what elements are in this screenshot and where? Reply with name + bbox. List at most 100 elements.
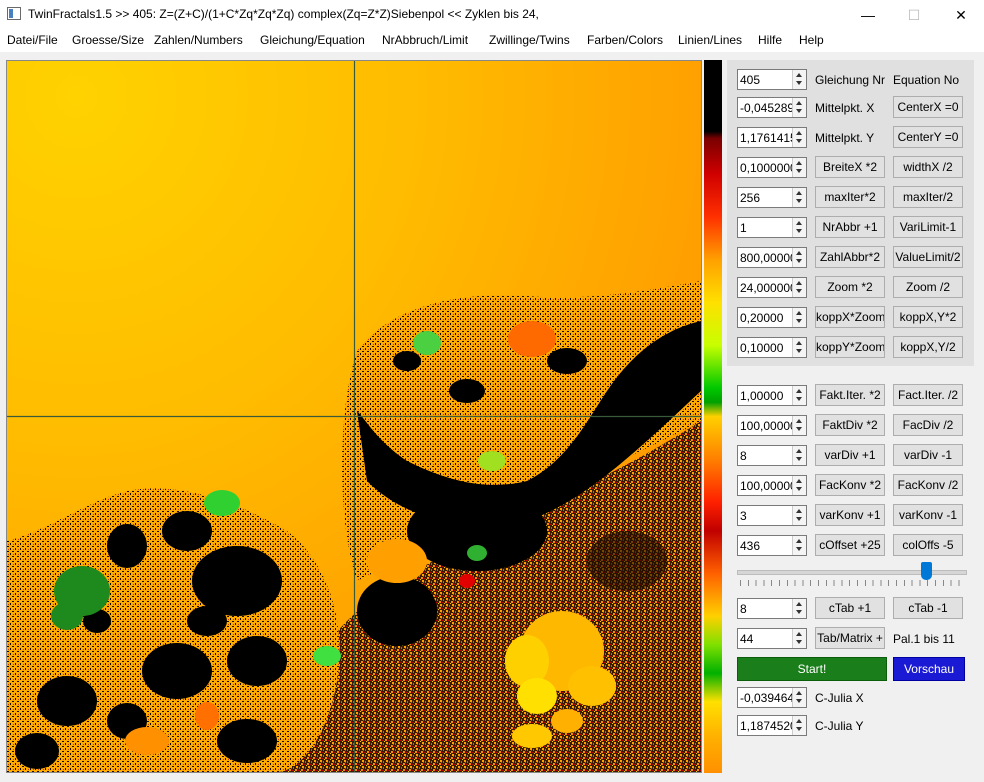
var-konv-input[interactable]: 3 [737, 505, 807, 526]
menu-numbers[interactable]: Zahlen/Numbers [154, 33, 243, 47]
fakt-div-double-button[interactable]: FaktDiv *2 [815, 414, 885, 436]
spin-arrows-icon[interactable] [792, 278, 806, 297]
spin-arrows-icon[interactable] [792, 536, 806, 555]
menu-colors[interactable]: Farben/Colors [587, 33, 663, 47]
spin-arrows-icon[interactable] [792, 506, 806, 525]
nr-abbr-plus-button[interactable]: NrAbbr +1 [815, 216, 885, 238]
width-input[interactable]: 0,1000000 [737, 157, 807, 178]
c-tab-input[interactable]: 8 [737, 598, 807, 619]
spin-arrows-icon[interactable] [792, 446, 806, 465]
preview-button[interactable]: Vorschau [893, 657, 965, 681]
fakt-iter-input[interactable]: 1,00000 [737, 385, 807, 406]
spin-arrows-icon[interactable] [792, 599, 806, 618]
nr-abbr-input[interactable]: 1 [737, 217, 807, 238]
fakt-iter-double-button[interactable]: Fakt.Iter. *2 [815, 384, 885, 406]
c-tab-value: 8 [740, 602, 747, 616]
center-y-reset-button[interactable]: CenterY =0 [893, 126, 963, 148]
color-offset-slider-track[interactable] [737, 570, 967, 575]
max-iter-input[interactable]: 256 [737, 187, 807, 208]
var-div-input[interactable]: 8 [737, 445, 807, 466]
menu-file[interactable]: Datei/File [7, 33, 58, 47]
fact-iter-half-button[interactable]: Fact.Iter. /2 [893, 384, 963, 406]
fac-konv-half-button[interactable]: FacKonv /2 [893, 474, 963, 496]
var-div-plus-button[interactable]: varDiv +1 [815, 444, 885, 466]
zahl-abbr-double-button[interactable]: ZahlAbbr*2 [815, 246, 885, 268]
menu-twins[interactable]: Zwillinge/Twins [489, 33, 570, 47]
value-limit-half-button[interactable]: ValueLimit/2 [893, 246, 963, 268]
palette-range-label: Pal.1 bis 11 [893, 632, 955, 646]
center-x-label: Mittelpkt. X [815, 101, 875, 115]
minimize-button[interactable]: — [845, 0, 891, 30]
fractal-canvas[interactable] [6, 60, 702, 773]
color-palette-strip [704, 60, 722, 773]
spin-arrows-icon[interactable] [792, 188, 806, 207]
fac-konv-double-button[interactable]: FacKonv *2 [815, 474, 885, 496]
kopp-y-input[interactable]: 0,10000 [737, 337, 807, 358]
width-half-button[interactable]: widthX /2 [893, 156, 963, 178]
center-x-input[interactable]: -0,0452890 [737, 97, 807, 118]
c-offset-plus-button[interactable]: cOffset +25 [815, 534, 885, 556]
width-double-button[interactable]: BreiteX *2 [815, 156, 885, 178]
menu-help[interactable]: Help [799, 33, 824, 47]
c-julia-y-label: C-Julia Y [815, 719, 864, 733]
c-tab-minus-button[interactable]: cTab -1 [893, 597, 963, 619]
close-button[interactable]: ✕ [938, 0, 984, 30]
spin-arrows-icon[interactable] [792, 476, 806, 495]
col-offs-minus-button[interactable]: colOffs -5 [893, 534, 963, 556]
fac-div-half-button[interactable]: FacDiv /2 [893, 414, 963, 436]
c-offset-value: 436 [740, 539, 761, 553]
spin-arrows-icon[interactable] [792, 218, 806, 237]
c-julia-x-input[interactable]: -0,0394649 [737, 687, 807, 708]
zoom-double-button[interactable]: Zoom *2 [815, 276, 885, 298]
spin-arrows-icon[interactable] [792, 688, 806, 707]
c-tab-plus-button[interactable]: cTab +1 [815, 597, 885, 619]
center-y-input[interactable]: 1,1761415 [737, 127, 807, 148]
spin-arrows-icon[interactable] [792, 248, 806, 267]
equation-nr-input[interactable]: 405 [737, 69, 807, 90]
var-div-minus-button[interactable]: varDiv -1 [893, 444, 963, 466]
color-offset-slider-thumb[interactable] [921, 562, 933, 580]
center-x-reset-button[interactable]: CenterX =0 [893, 96, 963, 118]
spin-arrows-icon[interactable] [792, 629, 806, 648]
maximize-button[interactable]: ☐ [891, 0, 937, 30]
kopp-xy-double-button[interactable]: koppX,Y*2 [893, 306, 963, 328]
fac-konv-input[interactable]: 100,00000 [737, 475, 807, 496]
center-x-value: -0,0452890 [740, 101, 792, 115]
var-konv-minus-button[interactable]: varKonv -1 [893, 504, 963, 526]
menu-size[interactable]: Groesse/Size [72, 33, 144, 47]
tab-matrix-input[interactable]: 44 [737, 628, 807, 649]
spin-arrows-icon[interactable] [792, 128, 806, 147]
menu-limit[interactable]: NrAbbruch/Limit [382, 33, 468, 47]
zoom-value: 24,000000 [740, 281, 792, 295]
zahl-abbr-input[interactable]: 800,000000 [737, 247, 807, 268]
menu-hilfe[interactable]: Hilfe [758, 33, 782, 47]
max-iter-double-button[interactable]: maxIter*2 [815, 186, 885, 208]
spin-arrows-icon[interactable] [792, 416, 806, 435]
window-title: TwinFractals1.5 >> 405: Z=(Z+C)/(1+C*Zq*… [28, 7, 539, 21]
spin-arrows-icon[interactable] [792, 716, 806, 735]
spin-arrows-icon[interactable] [792, 98, 806, 117]
spin-arrows-icon[interactable] [792, 386, 806, 405]
menu-lines[interactable]: Linien/Lines [678, 33, 742, 47]
var-konv-plus-button[interactable]: varKonv +1 [815, 504, 885, 526]
zoom-input[interactable]: 24,000000 [737, 277, 807, 298]
fakt-div-input[interactable]: 100,00000 [737, 415, 807, 436]
vari-limit-minus-button[interactable]: VariLimit-1 [893, 216, 963, 238]
spin-arrows-icon[interactable] [792, 338, 806, 357]
kopp-x-zoom-button[interactable]: koppX*Zoom [815, 306, 885, 328]
kopp-xy-half-button[interactable]: koppX,Y/2 [893, 336, 963, 358]
kopp-x-input[interactable]: 0,20000 [737, 307, 807, 328]
start-button[interactable]: Start! [737, 657, 887, 681]
zoom-half-button[interactable]: Zoom /2 [893, 276, 963, 298]
max-iter-half-button[interactable]: maxIter/2 [893, 186, 963, 208]
kopp-y-zoom-button[interactable]: koppY*Zoom [815, 336, 885, 358]
c-offset-input[interactable]: 436 [737, 535, 807, 556]
equation-nr-value: 405 [740, 73, 761, 87]
spin-arrows-icon[interactable] [792, 158, 806, 177]
var-div-value: 8 [740, 449, 747, 463]
menu-equation[interactable]: Gleichung/Equation [260, 33, 365, 47]
spin-arrows-icon[interactable] [792, 70, 806, 89]
spin-arrows-icon[interactable] [792, 308, 806, 327]
tab-matrix-plus-button[interactable]: Tab/Matrix + [815, 627, 885, 649]
c-julia-y-input[interactable]: 1,1874520 [737, 715, 807, 736]
